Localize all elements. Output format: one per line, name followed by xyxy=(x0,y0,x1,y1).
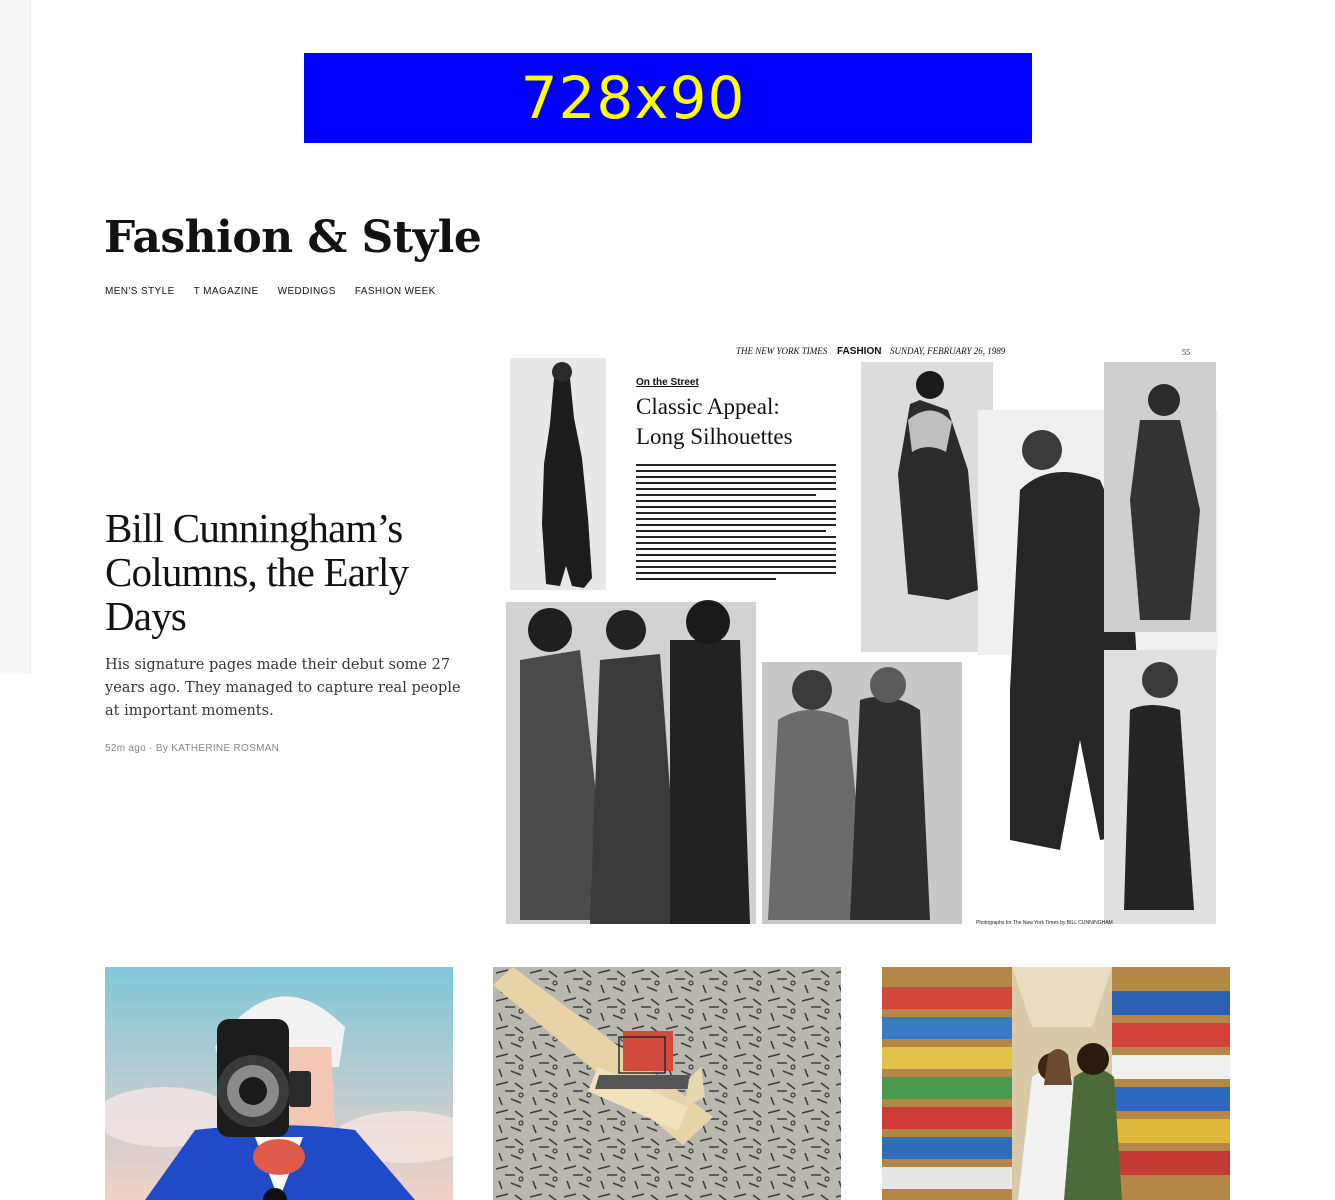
byline-separator: · xyxy=(149,743,153,754)
byline-by: By xyxy=(155,743,169,754)
lead-image[interactable]: THE NEW YORK TIMES FASHION SUNDAY, FEBRU… xyxy=(500,340,1222,930)
story-card-1[interactable] xyxy=(105,967,453,1200)
clipping-headline-line1: Classic Appeal: xyxy=(636,394,780,419)
ad-label: 728x90 xyxy=(520,64,746,132)
byline-time: 52m ago xyxy=(105,743,147,754)
section-subnav: MEN'S STYLE T MAGAZINE WEDDINGS FASHION … xyxy=(105,286,436,297)
story-card-3-image xyxy=(882,967,1230,1200)
subnav-t-magazine[interactable]: T MAGAZINE xyxy=(194,286,259,297)
clipping-date: SUNDAY, FEBRUARY 26, 1989 xyxy=(890,346,1006,356)
clipping-kicker: On the Street xyxy=(636,377,699,388)
newspaper-clipping: THE NEW YORK TIMES FASHION SUNDAY, FEBRU… xyxy=(500,340,1222,930)
story-card-2[interactable] xyxy=(493,967,841,1200)
story-card-2-image xyxy=(493,967,841,1200)
shelf-right xyxy=(1112,967,1230,1200)
clipping-page-number: 55 xyxy=(1182,348,1190,357)
lead-headline[interactable]: Bill Cunningham’s Columns, the Early Day… xyxy=(105,506,465,638)
story-card-1-image xyxy=(105,967,453,1200)
shelf-left xyxy=(882,967,1012,1200)
clipping-photo-credit: Photographs for The New York Times by BI… xyxy=(976,920,1113,926)
lead-summary: His signature pages made their debut som… xyxy=(105,657,461,719)
byline: 52m ago · By KATHERINE ROSMAN xyxy=(105,743,279,754)
subnav-weddings[interactable]: WEDDINGS xyxy=(278,286,336,297)
clipping-section: FASHION xyxy=(837,346,881,357)
clipping-headline-line2: Long Silhouettes xyxy=(636,424,793,449)
subnav-fashion-week[interactable]: FASHION WEEK xyxy=(355,286,436,297)
byline-author[interactable]: KATHERINE ROSMAN xyxy=(171,743,279,754)
left-rail xyxy=(0,0,31,674)
section-title[interactable]: Fashion & Style xyxy=(104,212,482,263)
ad-banner[interactable]: 728x90 xyxy=(304,53,1032,143)
clipping-masthead: THE NEW YORK TIMES xyxy=(736,346,828,356)
subnav-mens-style[interactable]: MEN'S STYLE xyxy=(105,286,175,297)
story-card-3[interactable] xyxy=(882,967,1230,1200)
